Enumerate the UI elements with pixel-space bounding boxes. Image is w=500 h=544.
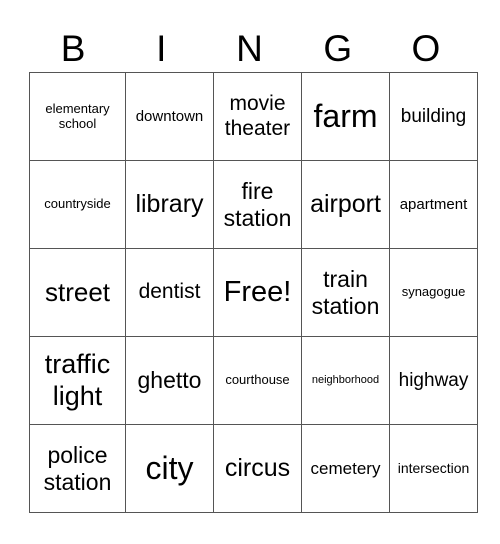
header-letter-o: O [411,28,441,69]
grid-row: street dentist Free! train station synag… [29,248,478,337]
grid-row: traffic light ghetto courthouse neighbor… [29,336,478,425]
bingo-cell[interactable]: building [389,72,478,161]
bingo-cell[interactable]: train station [301,248,390,337]
bingo-cell[interactable]: highway [389,336,478,425]
bingo-cell[interactable]: elementary school [29,72,126,161]
header-letter-b: B [60,28,86,69]
bingo-cell[interactable]: cemetery [301,424,390,513]
bingo-cell[interactable]: apartment [389,160,478,249]
grid-row: police station city circus cemetery inte… [29,424,478,513]
bingo-cell[interactable]: street [29,248,126,337]
bingo-cell[interactable]: city [125,424,214,513]
grid-row: countryside library fire station airport… [29,160,478,249]
bingo-cell[interactable]: movie theater [213,72,302,161]
bingo-cell[interactable]: farm [301,72,390,161]
bingo-cell[interactable]: dentist [125,248,214,337]
header-letter-g: G [323,28,353,69]
bingo-cell[interactable]: synagogue [389,248,478,337]
header-letter-n: N [236,28,263,69]
bingo-cell[interactable]: police station [29,424,126,513]
bingo-grid: elementary school downtown movie theater… [29,72,478,513]
bingo-cell[interactable]: fire station [213,160,302,249]
bingo-cell[interactable]: courthouse [213,336,302,425]
bingo-cell[interactable]: intersection [389,424,478,513]
bingo-header: B I N G O [29,26,470,72]
bingo-cell[interactable]: countryside [29,160,126,249]
header-letter-i: I [156,28,167,69]
bingo-cell[interactable]: airport [301,160,390,249]
grid-row: elementary school downtown movie theater… [29,72,478,161]
bingo-cell free-cell: Free! [213,248,302,337]
bingo-cell[interactable]: ghetto [125,336,214,425]
bingo-cell[interactable]: downtown [125,72,214,161]
bingo-cell[interactable]: traffic light [29,336,126,425]
bingo-cell[interactable]: library [125,160,214,249]
bingo-cell[interactable]: circus [213,424,302,513]
bingo-cell[interactable]: neighborhood [301,336,390,425]
